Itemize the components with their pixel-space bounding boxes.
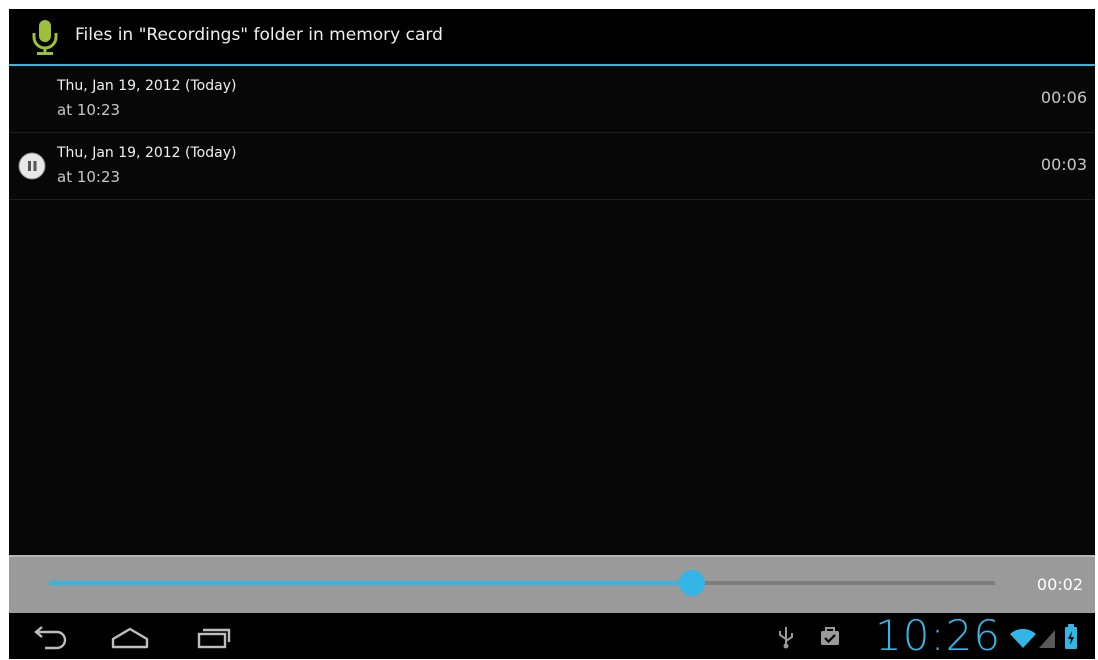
page-title: Files in "Recordings" folder in memory c… <box>75 25 443 45</box>
system-bar: 10:26 <box>9 611 1095 659</box>
seek-thumb[interactable] <box>679 570 706 596</box>
recording-time: at 10:23 <box>57 168 121 186</box>
wifi-icon <box>1010 628 1036 648</box>
recording-list-item[interactable]: Thu, Jan 19, 2012 (Today) at 10:23 00:06 <box>9 66 1095 133</box>
recording-time: at 10:23 <box>57 101 121 119</box>
usb-icon <box>779 627 793 649</box>
recent-apps-icon[interactable] <box>191 622 237 652</box>
signal-icon <box>1039 630 1055 648</box>
playback-bar: 00:02 <box>9 555 1095 613</box>
back-icon[interactable] <box>27 622 73 652</box>
action-bar: Files in "Recordings" folder in memory c… <box>9 9 1095 66</box>
seek-bar[interactable] <box>49 570 995 596</box>
recording-date: Thu, Jan 19, 2012 (Today) <box>57 78 237 94</box>
home-icon[interactable] <box>107 622 153 652</box>
task-bag-icon <box>821 627 839 645</box>
recording-list-item[interactable]: Thu, Jan 19, 2012 (Today) at 10:23 00:03 <box>9 133 1095 200</box>
elapsed-time: 00:02 <box>1036 575 1083 594</box>
recording-duration: 00:06 <box>1040 88 1087 107</box>
battery-icon <box>1065 624 1077 649</box>
recording-duration: 00:03 <box>1040 155 1087 174</box>
recording-date: Thu, Jan 19, 2012 (Today) <box>57 145 237 161</box>
seek-progress <box>49 581 693 585</box>
pause-icon[interactable] <box>18 152 46 180</box>
microphone-icon <box>32 20 58 55</box>
clock: 10:26 <box>875 611 1002 659</box>
recorder-screen: Files in "Recordings" folder in memory c… <box>9 9 1095 659</box>
